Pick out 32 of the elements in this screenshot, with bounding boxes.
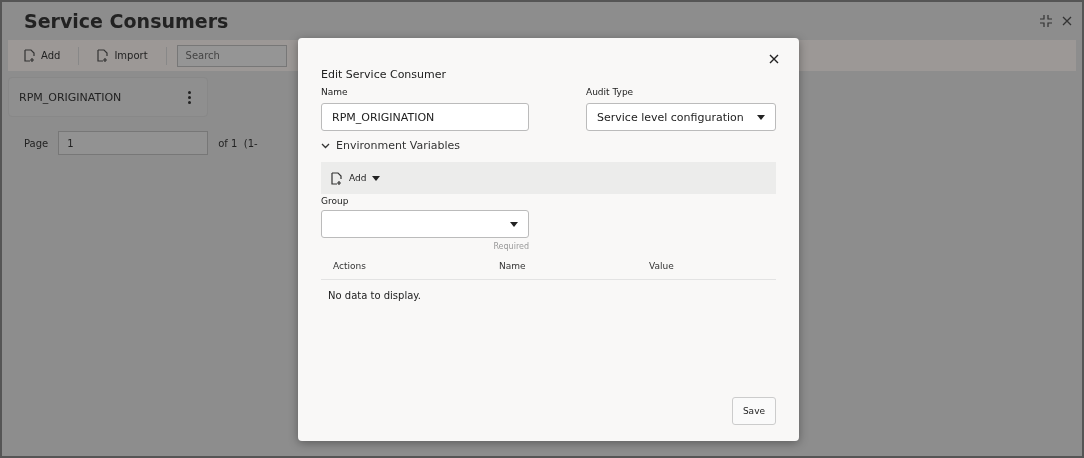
collapse-icon[interactable]	[1040, 15, 1052, 27]
column-header: Actions	[333, 261, 367, 271]
chevron-icon	[321, 142, 330, 149]
page-summary: of 1 (1-	[218, 137, 258, 149]
add-document-icon	[331, 171, 343, 185]
field-label: Audit Type	[586, 87, 635, 97]
page-number-field[interactable]: 1	[58, 131, 209, 155]
empty-message: No data to display.	[327, 289, 422, 303]
add-document-icon	[97, 49, 110, 62]
page-label: Page	[24, 137, 49, 149]
toolbar-button[interactable]: Import	[89, 43, 156, 68]
audit-type-select[interactable]: Service level configuration	[586, 103, 776, 131]
caret-icon	[510, 221, 518, 227]
consumer-card[interactable]: RPM_ORIGINATION	[8, 77, 208, 117]
field-label: Name	[321, 87, 349, 97]
add-document-icon	[24, 49, 36, 62]
required-hint: Required	[493, 242, 529, 251]
caret-icon	[372, 175, 381, 181]
column-header: Value	[649, 261, 675, 271]
save-button[interactable]: Save	[731, 397, 776, 425]
add-button[interactable]: Add	[331, 171, 381, 185]
page-title: Service Consumers	[24, 10, 229, 32]
caret-icon	[757, 114, 765, 120]
toolbar-button[interactable]: Add	[16, 43, 69, 68]
close-icon[interactable]	[767, 52, 781, 66]
consumer-name: RPM_ORIGINATION	[19, 90, 122, 104]
search-field[interactable]: Search	[176, 44, 287, 67]
field-label: Group	[321, 196, 350, 206]
column-header: Name	[499, 261, 527, 271]
name-field[interactable]: RPM_ORIGINATION	[321, 103, 529, 131]
dialog-title: Edit Service Consumer	[321, 68, 448, 81]
section-toggle[interactable]: Environment Variables	[321, 139, 776, 152]
